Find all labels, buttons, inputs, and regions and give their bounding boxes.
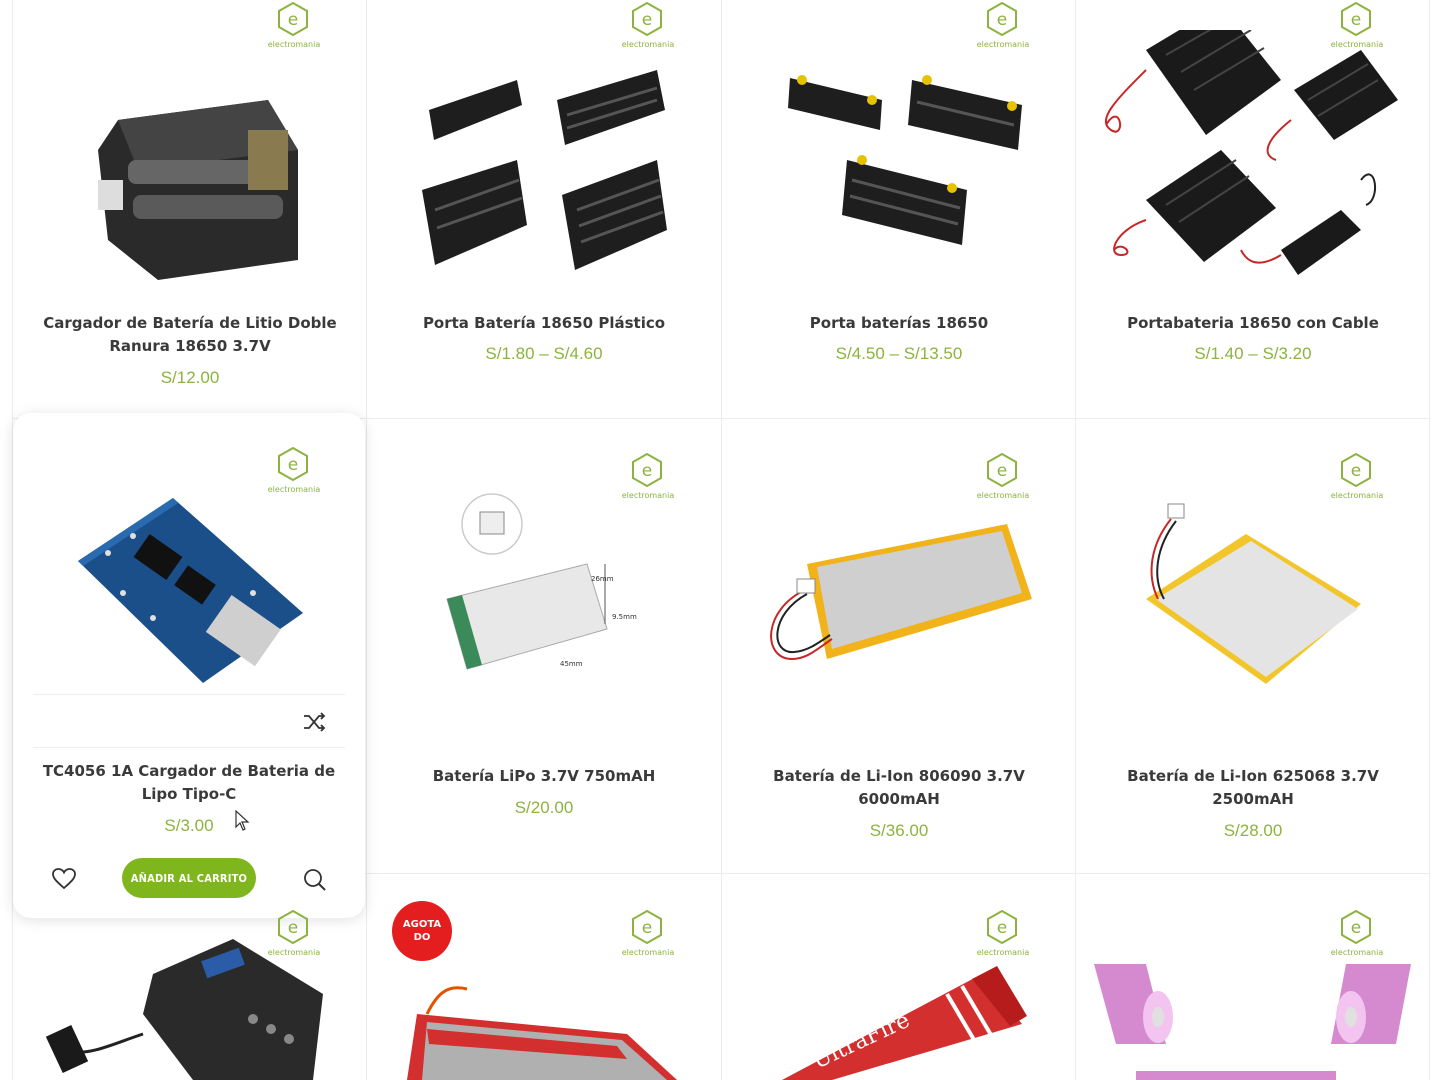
svg-text:e: e: [642, 918, 652, 938]
product-card[interactable]: e electromania Cargador de Batería de Li…: [13, 0, 367, 418]
product-image[interactable]: [722, 509, 1076, 689]
svg-text:e: e: [288, 10, 298, 30]
svg-text:e: e: [288, 455, 298, 475]
product-image[interactable]: [722, 30, 1076, 290]
product-image[interactable]: UltraFire: [722, 964, 1076, 1080]
product-image[interactable]: [13, 30, 367, 290]
svg-text:e: e: [997, 10, 1007, 30]
svg-text:e: e: [1351, 10, 1361, 30]
product-image[interactable]: [1076, 30, 1430, 290]
brand-logo: e electromania: [613, 910, 683, 960]
brand-logo: e electromania: [1322, 910, 1392, 960]
product-card[interactable]: e electromania Batería de Li-Ion 806090 …: [722, 419, 1076, 873]
dimension-label: 45mm: [560, 660, 583, 668]
product-title[interactable]: Batería de Li-Ion 806090 3.7V 6000mAH: [742, 765, 1056, 811]
product-price: S/1.80 – S/4.60: [485, 344, 603, 363]
product-card[interactable]: e electromania Porta Batería 18650 Plást…: [367, 0, 721, 418]
dimension-label: 9.5mm: [612, 613, 637, 621]
product-title[interactable]: Porta baterías 18650: [742, 312, 1056, 335]
mouse-cursor-icon: [235, 809, 251, 832]
product-title[interactable]: Batería de Li-Ion 625068 3.7V 2500mAH: [1096, 765, 1410, 811]
product-title[interactable]: TC4056 1A Cargador de Bateria de Lipo Ti…: [31, 760, 347, 806]
brand-logo: e electromania: [968, 910, 1038, 960]
product-card[interactable]: e electromania: [1076, 874, 1430, 1080]
product-title[interactable]: Cargador de Batería de Litio Doble Ranur…: [33, 312, 347, 358]
product-price: S/36.00: [869, 821, 929, 840]
product-image[interactable]: [13, 473, 365, 703]
product-card[interactable]: e electromania: [13, 874, 367, 1080]
brand-logo: e electromania: [1322, 453, 1392, 503]
product-card[interactable]: e electromania Portabateria 18650 con Ca…: [1076, 0, 1430, 418]
product-title[interactable]: Batería LiPo 3.7V 750mAH: [387, 765, 701, 788]
product-price: S/1.40 – S/3.20: [1194, 344, 1312, 363]
svg-text:e: e: [997, 918, 1007, 938]
product-price: S/4.50 – S/13.50: [835, 344, 963, 363]
product-title[interactable]: Porta Batería 18650 Plástico: [387, 312, 701, 335]
svg-text:e: e: [1351, 461, 1361, 481]
svg-text:e: e: [642, 461, 652, 481]
product-title[interactable]: Portabateria 18650 con Cable: [1096, 312, 1410, 335]
sold-out-badge: AGOTA DO: [392, 901, 452, 961]
product-image[interactable]: [1076, 499, 1430, 699]
product-card-hovered[interactable]: e electromania TC4056 1A Cargador de Bat…: [13, 413, 365, 918]
svg-text:e: e: [642, 10, 652, 30]
product-image[interactable]: [13, 934, 367, 1080]
product-price: S/3.00: [164, 816, 214, 835]
brand-logo: e electromania: [968, 453, 1038, 503]
svg-text:e: e: [1351, 918, 1361, 938]
product-image[interactable]: 26mm 9.5mm 45mm: [367, 479, 721, 699]
product-card[interactable]: e electromania 26mm 9.5mm 45mm Batería L…: [367, 419, 721, 873]
product-image[interactable]: [367, 30, 721, 290]
product-card[interactable]: e electromania Porta baterías 18650 S/4.…: [722, 0, 1076, 418]
product-card[interactable]: e electromania UltraFire: [722, 874, 1076, 1080]
product-price: S/28.00: [1223, 821, 1283, 840]
product-card[interactable]: e electromania Batería de Li-Ion 625068 …: [1076, 419, 1430, 873]
svg-text:e: e: [997, 461, 1007, 481]
product-price: S/12.00: [160, 368, 220, 387]
compare-icon[interactable]: [301, 709, 327, 735]
product-price: S/20.00: [514, 798, 574, 817]
dimension-label: 26mm: [591, 575, 614, 583]
product-image[interactable]: [1076, 959, 1430, 1080]
product-image[interactable]: [367, 974, 721, 1080]
